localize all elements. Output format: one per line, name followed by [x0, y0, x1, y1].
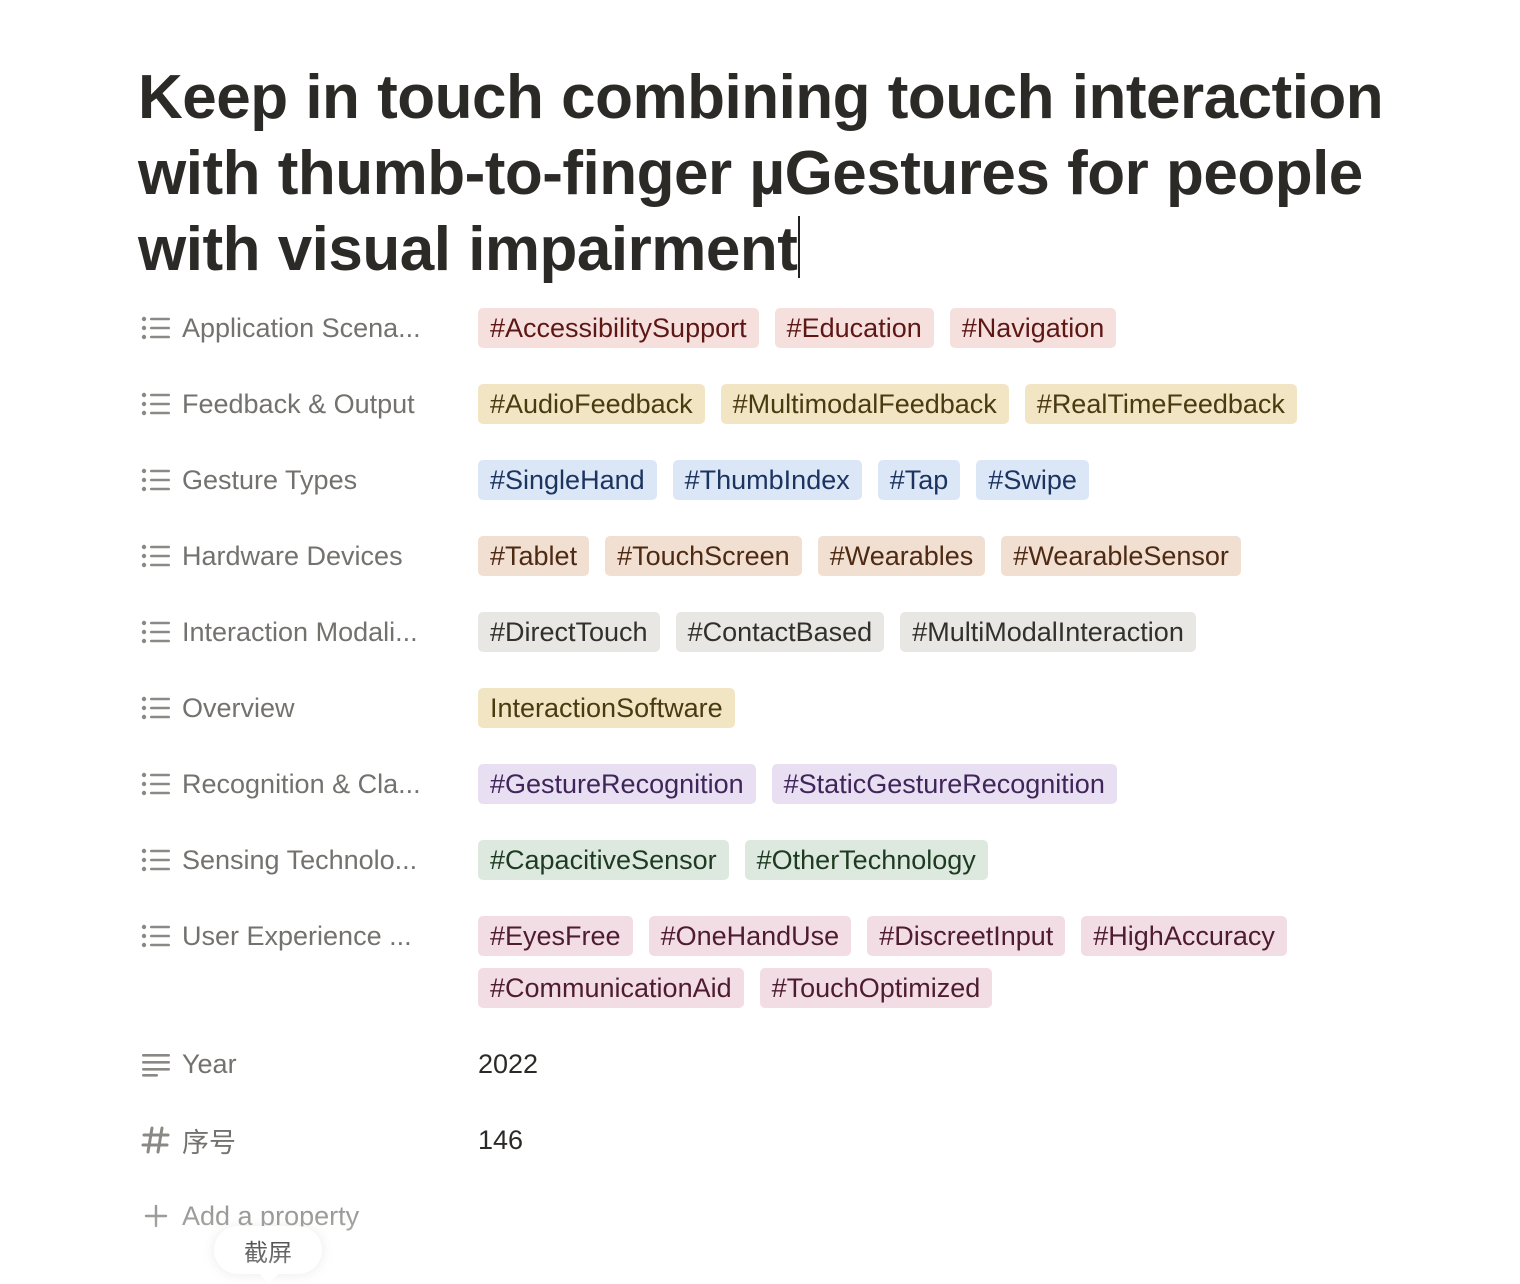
property-value[interactable]: #GestureRecognition #StaticGestureRecogni… — [478, 764, 1430, 804]
tag[interactable]: #GestureRecognition — [478, 764, 756, 804]
property-value[interactable]: #SingleHand #ThumbIndex #Tap #Swipe — [478, 460, 1430, 500]
tag[interactable]: #OtherTechnology — [744, 840, 988, 880]
tag[interactable]: #CommunicationAid — [478, 968, 744, 1008]
property-row-overview: Overview InteractionSoftware — [140, 688, 1430, 764]
property-label-text: Recognition & Cla... — [182, 768, 421, 799]
property-label[interactable]: Application Scena... — [140, 308, 478, 348]
property-value[interactable]: #CapacitiveSensor #OtherTechnology — [478, 840, 1430, 880]
property-value-text: 2022 — [478, 1049, 539, 1079]
property-row-index: 序号 146 — [140, 1120, 1430, 1196]
page-content: Keep in touch combining touch interactio… — [138, 60, 1428, 1236]
properties-panel: Application Scena... #AccessibilitySuppor… — [140, 308, 1430, 1236]
text-caret — [798, 216, 801, 278]
tag[interactable]: InteractionSoftware — [478, 688, 735, 728]
tag[interactable]: #TouchScreen — [605, 536, 802, 576]
property-row-year: Year 2022 — [140, 1044, 1430, 1120]
property-label[interactable]: Year — [140, 1044, 478, 1084]
tooltip-label: 截屏 — [244, 1238, 292, 1267]
property-label[interactable]: Feedback & Output — [140, 384, 478, 424]
property-row-recognition-cla: Recognition & Cla... #GestureRecognition #… — [140, 764, 1430, 840]
plus-icon — [140, 1203, 172, 1229]
property-label[interactable]: User Experience ... — [140, 916, 478, 956]
tag[interactable]: #MultiModalInteraction — [900, 612, 1196, 652]
tag[interactable]: #MultimodalFeedback — [720, 384, 1009, 424]
tag[interactable]: #ContactBased — [675, 612, 885, 652]
property-label-text: Application Scena... — [182, 312, 421, 343]
tag[interactable]: #Navigation — [949, 308, 1117, 348]
tag[interactable]: #AccessibilitySupport — [478, 308, 759, 348]
tag[interactable]: #Tablet — [478, 536, 590, 576]
tag[interactable]: #DirectTouch — [478, 612, 660, 652]
tag[interactable]: #AudioFeedback — [478, 384, 705, 424]
page-title[interactable]: Keep in touch combining touch interactio… — [138, 60, 1428, 288]
property-row-interaction-modali: Interaction Modali... #DirectTouch #Contac… — [140, 612, 1430, 688]
property-value[interactable]: #DirectTouch #ContactBased #MultiModalInte… — [478, 612, 1430, 652]
tag[interactable]: #Education — [774, 308, 934, 348]
tag[interactable]: #HighAccuracy — [1081, 916, 1287, 956]
add-property-button[interactable]: Add a property — [140, 1196, 1430, 1236]
tag[interactable]: #SingleHand — [478, 460, 657, 500]
tag[interactable]: #EyesFree — [478, 916, 633, 956]
tag[interactable]: #TouchOptimized — [759, 968, 993, 1008]
property-label-text: Hardware Devices — [182, 540, 403, 571]
list-icon — [140, 466, 172, 494]
property-label-text: Feedback & Output — [182, 388, 415, 419]
property-label-text: Interaction Modali... — [182, 616, 418, 647]
property-label-text: Sensing Technolo... — [182, 844, 418, 875]
property-label-text: User Experience ... — [182, 920, 412, 951]
property-row-sensing-technolo: Sensing Technolo... #CapacitiveSensor #Oth… — [140, 840, 1430, 916]
property-label-text: 序号 — [182, 1127, 236, 1158]
list-icon — [140, 694, 172, 722]
tag[interactable]: #RealTimeFeedback — [1024, 384, 1297, 424]
property-label-text: Overview — [182, 692, 295, 723]
screenshot-tooltip: 截屏 — [214, 1226, 322, 1284]
tag[interactable]: #DiscreetInput — [867, 916, 1066, 956]
property-row-gesture-types: Gesture Types #SingleHand #ThumbIndex #Tap #… — [140, 460, 1430, 536]
list-icon — [140, 770, 172, 798]
property-label-text: Gesture Types — [182, 464, 358, 495]
list-icon — [140, 618, 172, 646]
list-icon — [140, 922, 172, 950]
property-row-application-scena: Application Scena... #AccessibilitySuppor… — [140, 308, 1430, 384]
text-lines-icon — [140, 1050, 172, 1078]
property-value[interactable]: 146 — [478, 1120, 1430, 1160]
property-label[interactable]: 序号 — [140, 1120, 478, 1160]
tag[interactable]: #OneHandUse — [648, 916, 852, 956]
property-label[interactable]: Gesture Types — [140, 460, 478, 500]
list-icon — [140, 390, 172, 418]
property-value[interactable]: #AccessibilitySupport #Education #Navigati… — [478, 308, 1430, 348]
tag[interactable]: #WearableSensor — [1001, 536, 1241, 576]
tag[interactable]: #ThumbIndex — [672, 460, 862, 500]
property-row-feedback-output: Feedback & Output #AudioFeedback #Multimod… — [140, 384, 1430, 460]
property-value-text: 146 — [478, 1125, 524, 1155]
property-row-hardware-devices: Hardware Devices #Tablet #TouchScreen #Wear… — [140, 536, 1430, 612]
property-label[interactable]: Recognition & Cla... — [140, 764, 478, 804]
page-title-text: Keep in touch combining touch interactio… — [138, 63, 1384, 284]
property-label[interactable]: Hardware Devices — [140, 536, 478, 576]
hash-icon — [140, 1126, 172, 1154]
property-value[interactable]: #EyesFree #OneHandUse #DiscreetInput #HighA… — [478, 916, 1430, 1008]
tag[interactable]: #Wearables — [817, 536, 986, 576]
tag[interactable]: #CapacitiveSensor — [478, 840, 729, 880]
property-label[interactable]: Overview — [140, 688, 478, 728]
list-icon — [140, 542, 172, 570]
property-label[interactable]: Sensing Technolo... — [140, 840, 478, 880]
property-value[interactable]: 2022 — [478, 1044, 1430, 1084]
tag[interactable]: #Swipe — [976, 460, 1089, 500]
property-value[interactable]: InteractionSoftware — [478, 688, 1430, 728]
tag[interactable]: #Tap — [877, 460, 961, 500]
property-row-user-experience: User Experience ... #EyesFree #OneHandUse #… — [140, 916, 1430, 1044]
list-icon — [140, 314, 172, 342]
property-label[interactable]: Interaction Modali... — [140, 612, 478, 652]
property-label-text: Year — [182, 1048, 237, 1079]
list-icon — [140, 846, 172, 874]
property-value[interactable]: #AudioFeedback #MultimodalFeedback #RealTi… — [478, 384, 1430, 424]
tag[interactable]: #StaticGestureRecognition — [771, 764, 1117, 804]
property-value[interactable]: #Tablet #TouchScreen #Wearables #WearableSe… — [478, 536, 1430, 576]
